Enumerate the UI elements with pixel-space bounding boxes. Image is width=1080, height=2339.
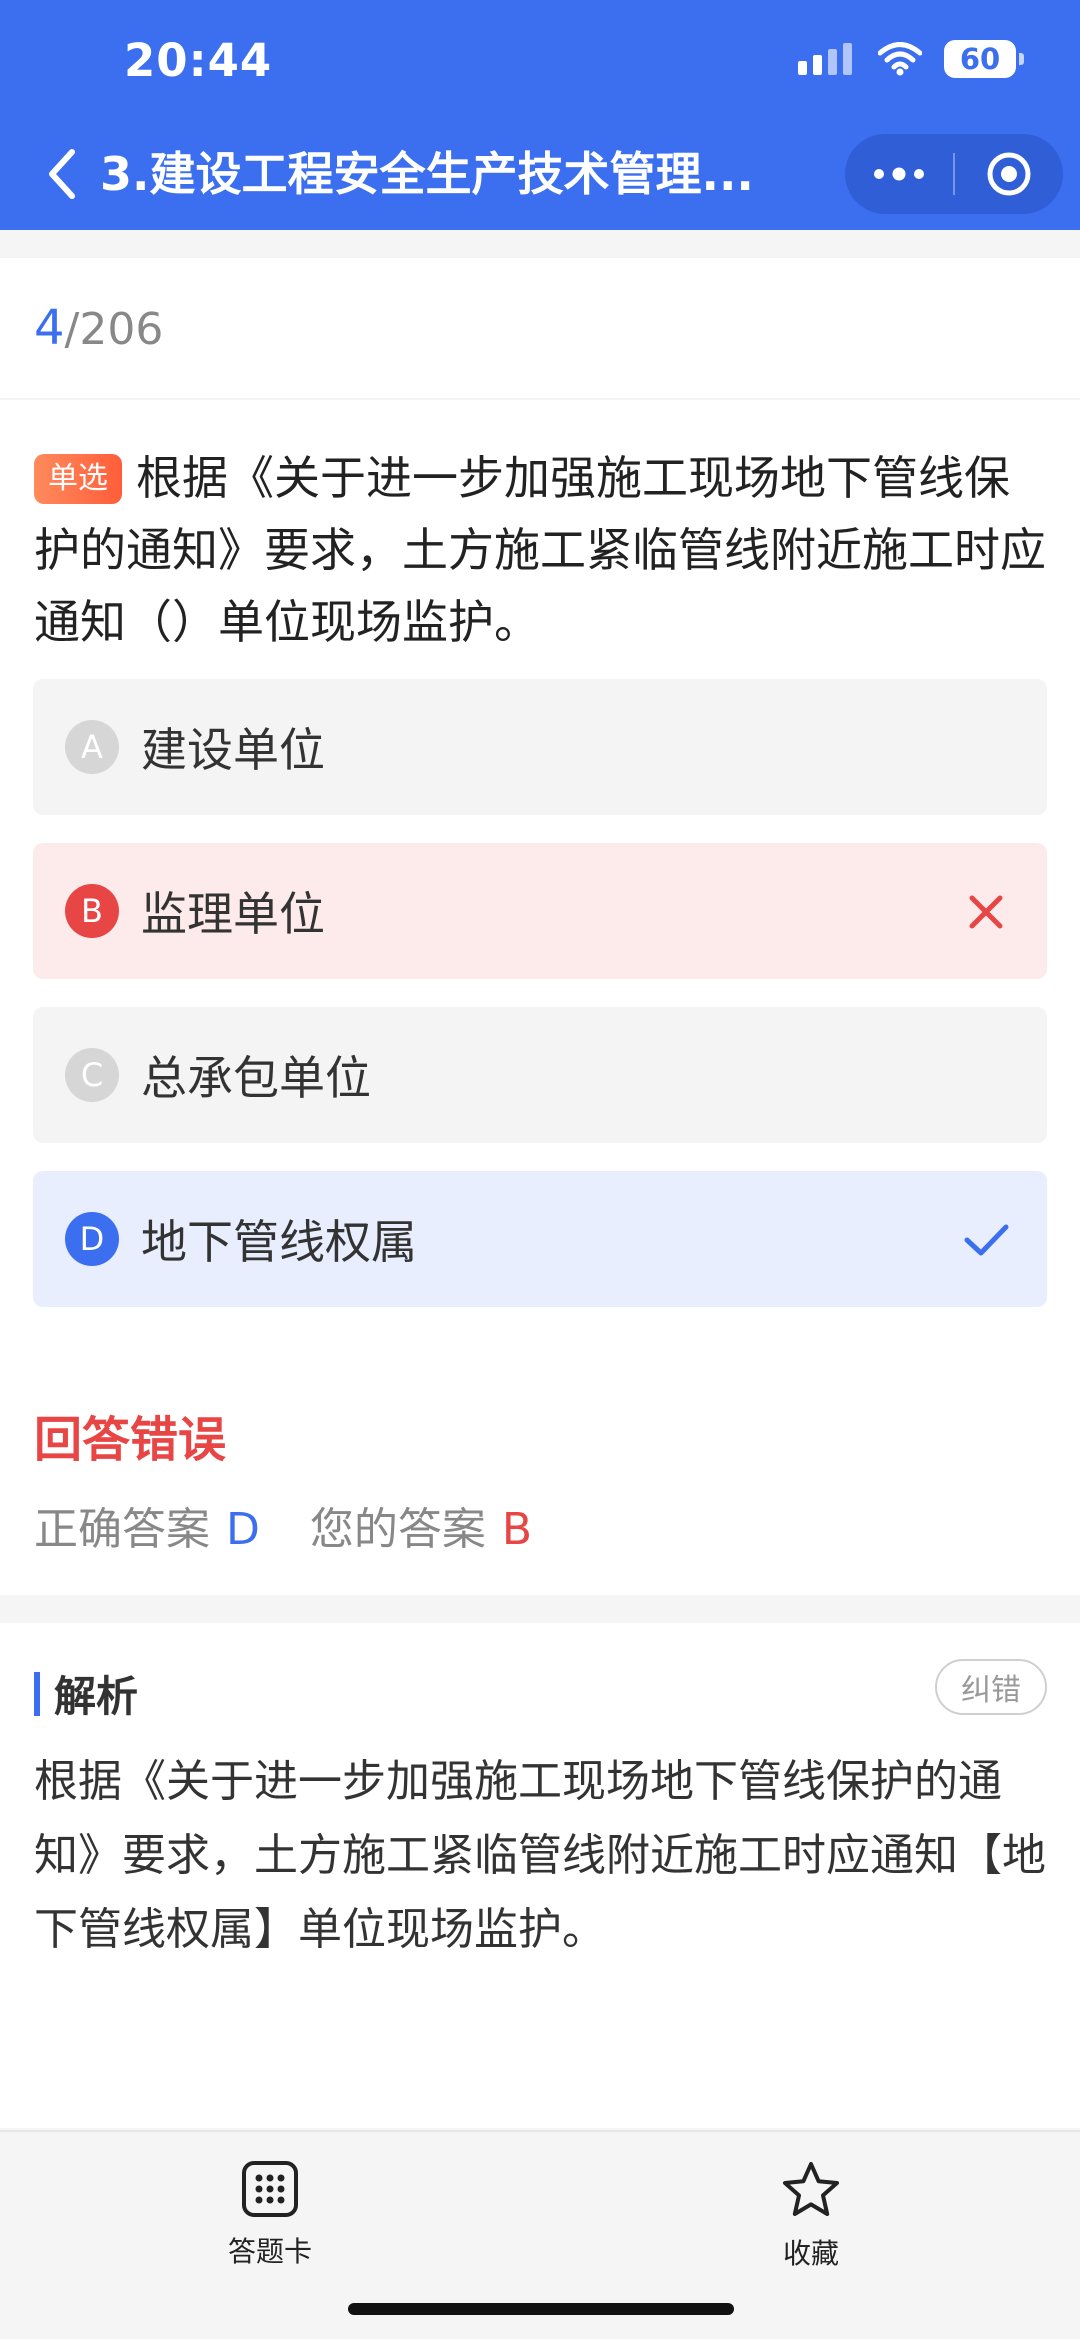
star-icon: [783, 2162, 839, 2216]
user-answer-label: 您的答案: [309, 1504, 486, 1555]
page-title: 3.建设工程安全生产技术管理...: [100, 147, 754, 201]
option-letter: A: [65, 720, 119, 774]
home-indicator: [348, 2303, 734, 2315]
option-d[interactable]: D 地下管线权属: [33, 1171, 1047, 1307]
wifi-icon: [878, 42, 922, 76]
question-type-tag: 单选: [34, 454, 122, 504]
option-text: 总承包单位: [141, 1051, 371, 1105]
correct-answer-label: 正确答案: [34, 1504, 210, 1555]
answer-summary: 正确答案 D 您的答案 B: [34, 1493, 582, 1557]
explanation-text: 根据《关于进一步加强施工现场地下管线保护的通知》要求，土方施工紧临管线附近施工时…: [34, 1756, 1046, 1955]
option-letter: B: [65, 884, 119, 938]
option-text: 地下管线权属: [141, 1215, 417, 1269]
progress-current: 4: [34, 300, 65, 356]
option-letter: D: [65, 1212, 119, 1266]
target-circle-icon: [987, 152, 1031, 196]
option-c[interactable]: C 总承包单位: [33, 1007, 1047, 1143]
header: 20:44 60 3.建设工程安全生产技术管理...: [0, 0, 1080, 230]
favorite-tab[interactable]: 收藏: [711, 2160, 911, 2272]
mini-program-capsule: [845, 134, 1063, 214]
battery-icon: 60: [944, 40, 1024, 78]
favorite-label: 收藏: [782, 2237, 839, 2270]
close-x-icon: [969, 895, 1003, 929]
checkmark-icon: [964, 1224, 1009, 1256]
user-answer-value: B: [501, 1504, 533, 1555]
option-text: 监理单位: [141, 887, 325, 941]
more-dots-icon: [874, 167, 924, 181]
option-b[interactable]: B 监理单位: [33, 843, 1047, 979]
progress-bar-card: 4/206: [0, 258, 1080, 398]
explanation-card: 解析 纠错 根据《关于进一步加强施工现场地下管线保护的通知》要求，土方施工紧临管…: [0, 1623, 1080, 2128]
question-text: 根据《关于进一步加强施工现场地下管线保护的通知》要求，土方施工紧临管线附近施工时…: [34, 451, 1046, 649]
correct-answer: 正确答案 D: [34, 1493, 260, 1557]
question-stem: 单选 根据《关于进一步加强施工现场地下管线保护的通知》要求，土方施工紧临管线附近施…: [34, 442, 1054, 658]
explanation-heading: 解析: [34, 1663, 138, 1724]
status-time: 20:44: [124, 34, 273, 87]
signal-icon: [798, 43, 852, 75]
status-icons: 60: [798, 40, 1024, 78]
answer-card-tab[interactable]: 答题卡: [170, 2160, 370, 2270]
answer-result-status: 回答错误: [34, 1412, 227, 1468]
user-answer: 您的答案 B: [310, 1493, 532, 1557]
close-button[interactable]: [955, 134, 1063, 214]
progress-total: /206: [64, 304, 164, 355]
question-card: 单选 根据《关于进一步加强施工现场地下管线保护的通知》要求，土方施工紧临管线附近施…: [0, 400, 1080, 1595]
explanation-title: 解析: [54, 1672, 139, 1721]
heading-accent-bar: [34, 1671, 40, 1716]
option-letter: C: [65, 1048, 119, 1102]
more-button[interactable]: [845, 134, 953, 214]
option-a[interactable]: A 建设单位: [33, 679, 1047, 815]
option-text: 建设单位: [141, 723, 325, 777]
correct-answer-value: D: [226, 1504, 260, 1555]
grid-icon: [242, 2161, 298, 2217]
question-progress: 4/206: [34, 300, 163, 356]
chevron-left-icon[interactable]: [42, 144, 82, 204]
answer-card-label: 答题卡: [227, 2235, 312, 2268]
report-error-button[interactable]: 纠错: [935, 1659, 1047, 1715]
